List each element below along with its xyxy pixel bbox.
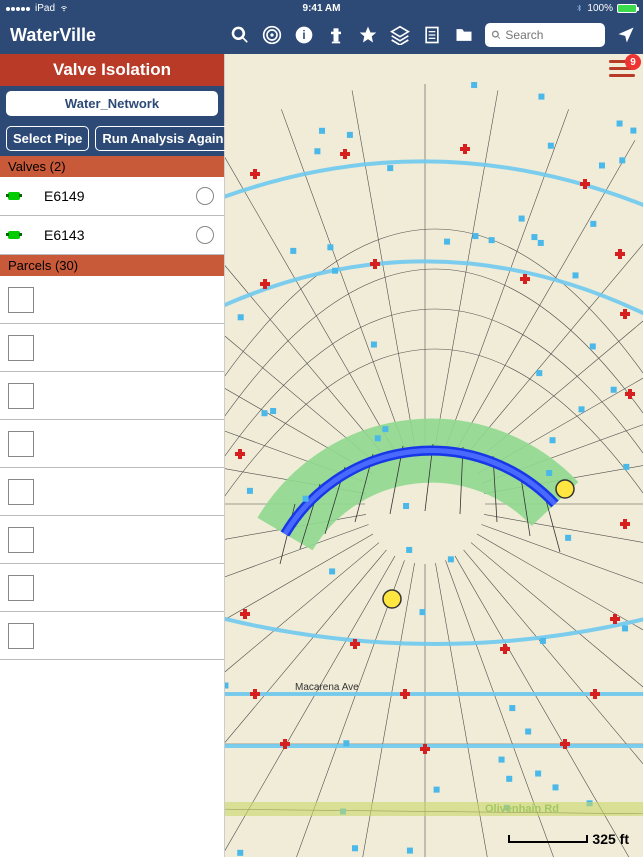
valve-list-item[interactable]: E6143 xyxy=(0,216,224,255)
parcel-list-item[interactable] xyxy=(0,564,224,612)
panel-title: Valve Isolation xyxy=(0,54,224,86)
parcel-list-item[interactable] xyxy=(0,516,224,564)
map-menu-badge: 9 xyxy=(625,54,641,70)
info-icon[interactable]: i xyxy=(293,24,315,46)
parcel-list-item[interactable] xyxy=(0,612,224,660)
hydrant-icon[interactable] xyxy=(325,24,347,46)
favorite-icon[interactable] xyxy=(357,24,379,46)
parcel-checkbox[interactable] xyxy=(8,575,34,601)
main-toolbar: WaterVille i xyxy=(0,16,643,54)
valve-icon xyxy=(8,192,20,200)
clock-label: 9:41 AM xyxy=(303,3,341,14)
carrier-label: iPad xyxy=(35,3,55,14)
map-menu-button[interactable]: 9 xyxy=(609,60,635,77)
map-canvas[interactable]: 9 xyxy=(225,54,643,857)
scale-label: 325 ft xyxy=(592,831,629,847)
battery-pct-label: 100% xyxy=(587,3,613,14)
app-title: WaterVille xyxy=(6,25,96,46)
search-icon xyxy=(491,29,501,41)
search-map-icon[interactable] xyxy=(229,24,251,46)
target-icon[interactable] xyxy=(261,24,283,46)
valve-list-item[interactable]: E6149 xyxy=(0,177,224,216)
valve-radio[interactable] xyxy=(196,187,214,205)
valve-id-label: E6149 xyxy=(30,188,186,204)
parcel-checkbox[interactable] xyxy=(8,431,34,457)
parcel-checkbox[interactable] xyxy=(8,479,34,505)
svg-text:Macarena Ave: Macarena Ave xyxy=(295,682,359,693)
notes-icon[interactable] xyxy=(421,24,443,46)
wifi-icon xyxy=(59,4,69,12)
scale-bar: 325 ft xyxy=(508,831,629,847)
parcel-list-item[interactable] xyxy=(0,420,224,468)
parcel-list-item[interactable] xyxy=(0,372,224,420)
run-analysis-button[interactable]: Run Analysis Again xyxy=(95,126,230,151)
search-box[interactable] xyxy=(485,23,605,47)
parcel-checkbox[interactable] xyxy=(8,383,34,409)
locate-icon[interactable] xyxy=(615,24,637,46)
parcels-section-header: Parcels (30) xyxy=(0,255,224,276)
valve-id-label: E6143 xyxy=(30,227,186,243)
map-svg: Macarena Ave Olivenhain Rd xyxy=(225,54,643,857)
parcel-checkbox[interactable] xyxy=(8,623,34,649)
parcel-checkbox[interactable] xyxy=(8,335,34,361)
parcel-checkbox[interactable] xyxy=(8,287,34,313)
parcel-list-item[interactable] xyxy=(0,468,224,516)
valve-icon xyxy=(8,231,20,239)
parcel-checkbox[interactable] xyxy=(8,527,34,553)
sidebar-panel: Valve Isolation Water_Network Select Pip… xyxy=(0,54,225,857)
valve-radio[interactable] xyxy=(196,226,214,244)
valves-section-header: Valves (2) xyxy=(0,156,224,177)
bluetooth-icon xyxy=(575,3,583,13)
search-input[interactable] xyxy=(505,28,599,42)
svg-text:i: i xyxy=(302,29,305,42)
folder-icon[interactable] xyxy=(453,24,475,46)
parcel-list-item[interactable] xyxy=(0,276,224,324)
signal-dots-icon xyxy=(6,3,31,14)
network-button[interactable]: Water_Network xyxy=(6,91,218,116)
ios-status-bar: iPad 9:41 AM 100% xyxy=(0,0,643,16)
layers-icon[interactable] xyxy=(389,24,411,46)
select-pipe-button[interactable]: Select Pipe xyxy=(6,126,89,151)
parcel-list-item[interactable] xyxy=(0,324,224,372)
battery-icon xyxy=(617,4,637,13)
